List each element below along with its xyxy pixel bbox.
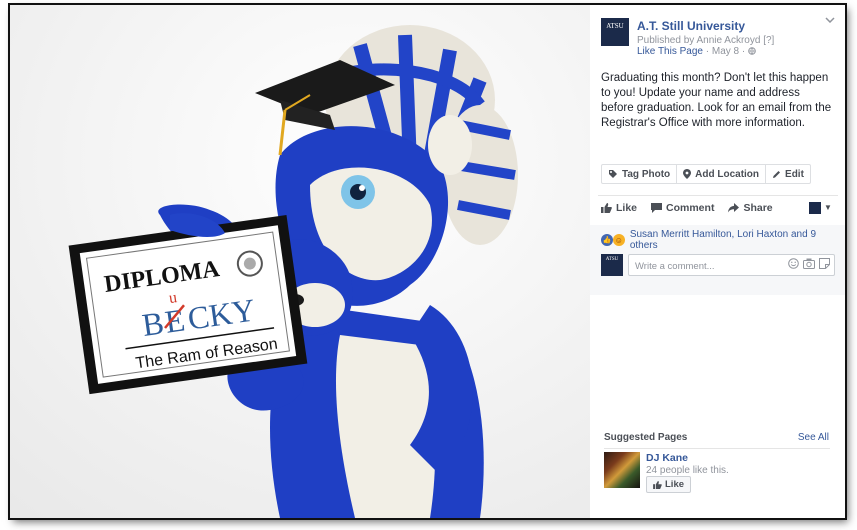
- facebook-photo-viewer: DIPLOMA B E CKY u The Ram of Reason ATSU…: [10, 5, 845, 518]
- edit-button[interactable]: Edit: [766, 165, 810, 183]
- commenter-avatar: ATSU: [601, 254, 623, 276]
- thumbs-up-icon: [653, 480, 662, 489]
- tag-photo-label: Tag Photo: [622, 168, 671, 180]
- location-pin-icon: [683, 169, 692, 179]
- post-meta: Like This Page · May 8 ·: [637, 46, 756, 57]
- add-location-label: Add Location: [695, 168, 760, 180]
- suggested-page-like-button[interactable]: Like: [646, 476, 692, 493]
- post-date[interactable]: · May 8 ·: [706, 46, 745, 57]
- globe-icon: [748, 47, 756, 55]
- sticker-icon[interactable]: [819, 258, 830, 269]
- post-sidebar: ATSU A.T. Still University Published by …: [590, 5, 845, 518]
- like-button[interactable]: Like: [601, 202, 637, 214]
- like-label: Like: [616, 202, 638, 214]
- page-avatar-text: ATSU: [606, 22, 624, 30]
- suggested-page-likes: 24 people like this.: [646, 465, 729, 476]
- page-avatar[interactable]: ATSU: [601, 18, 629, 46]
- comment-button[interactable]: Comment: [651, 202, 714, 214]
- comment-icon: [651, 203, 663, 213]
- comment-label: Comment: [666, 202, 715, 214]
- suggested-pages-title: Suggested Pages: [604, 432, 688, 443]
- engagement-bar: Like Comment Share: [601, 202, 773, 214]
- camera-icon[interactable]: [803, 258, 815, 269]
- post-photo[interactable]: DIPLOMA B E CKY u The Ram of Reason: [10, 5, 590, 518]
- tag-icon: [608, 169, 618, 179]
- thumbs-up-icon: [601, 203, 612, 213]
- chevron-down-icon[interactable]: [825, 17, 835, 23]
- divider: [598, 195, 838, 196]
- suggested-page-thumbnail[interactable]: [604, 452, 640, 488]
- page-name-link[interactable]: A.T. Still University: [637, 19, 745, 33]
- comment-input[interactable]: [633, 256, 777, 276]
- published-by-text: Published by Annie Ackroyd [?]: [637, 35, 775, 46]
- edit-label: Edit: [785, 168, 804, 180]
- emoji-icon[interactable]: [788, 258, 799, 269]
- suggested-like-label: Like: [665, 479, 685, 490]
- divider: [604, 448, 830, 449]
- share-arrow-icon: [728, 203, 740, 213]
- mascot-illustration: DIPLOMA B E CKY u The Ram of Reason: [10, 5, 590, 518]
- share-button[interactable]: Share: [728, 202, 773, 214]
- tag-photo-button[interactable]: Tag Photo: [602, 165, 678, 183]
- pencil-icon: [772, 170, 781, 179]
- photo-actions-bar: Tag Photo Add Location Edit: [601, 164, 811, 184]
- comment-box[interactable]: [628, 254, 835, 276]
- add-location-button[interactable]: Add Location: [677, 165, 767, 183]
- diploma-sign: DIPLOMA B E CKY u The Ram of Reason: [68, 215, 308, 395]
- suggested-page-name[interactable]: DJ Kane: [646, 452, 688, 464]
- see-all-link[interactable]: See All: [798, 432, 829, 443]
- comment-tools: [788, 258, 830, 269]
- reactions-text[interactable]: Susan Merritt Hamilton, Lori Haxton and …: [630, 229, 845, 251]
- like-reaction-icon: 👍: [601, 234, 613, 246]
- reactions-summary[interactable]: 👍 ☺ Susan Merritt Hamilton, Lori Haxton …: [601, 229, 845, 251]
- post-text: Graduating this month? Don't let this ha…: [601, 72, 832, 129]
- post-as-avatar[interactable]: [809, 202, 821, 214]
- like-page-link[interactable]: Like This Page: [637, 46, 703, 57]
- haha-reaction-icon: ☺: [612, 234, 625, 246]
- commenter-avatar-text: ATSU: [605, 257, 619, 262]
- share-label: Share: [743, 202, 773, 214]
- chevron-down-icon[interactable]: ▼: [824, 203, 832, 212]
